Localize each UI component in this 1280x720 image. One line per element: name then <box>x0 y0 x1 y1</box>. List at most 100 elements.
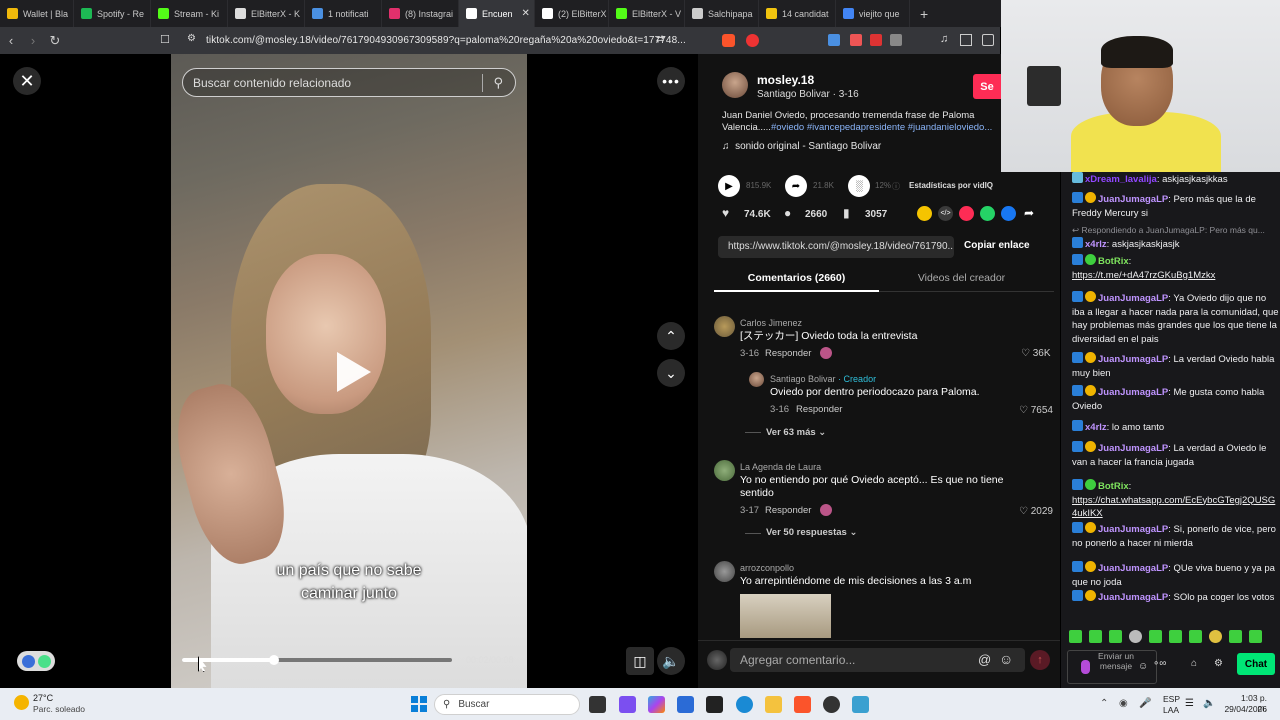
browser-tab[interactable]: ElBitterX - K <box>228 0 305 27</box>
post-comment-icon[interactable]: ↑ <box>1030 650 1050 670</box>
comment-like[interactable]: ♡ 36K <box>1021 348 1051 359</box>
reply-avatar[interactable] <box>749 372 764 387</box>
more-options-icon[interactable]: ••• <box>657 67 685 95</box>
sound-name[interactable]: sonido original - Santiago Bolivar <box>735 141 881 152</box>
reply-like[interactable]: ♡ 7654 <box>1019 405 1053 416</box>
author-avatar[interactable] <box>722 72 748 98</box>
comment-author[interactable]: Carlos Jimenez <box>740 318 802 328</box>
pip-icon[interactable]: ◫ <box>626 647 654 675</box>
bookmark-icon[interactable]: ☐ <box>160 33 170 46</box>
chat-link[interactable]: https://t.me/+dA47rzGKuBg1Mzkx <box>1072 270 1215 281</box>
microphone-tray-icon[interactable]: 🎤 <box>1139 698 1151 709</box>
url-field[interactable]: tiktok.com/@mosley.18/video/761790493096… <box>206 35 686 46</box>
commenter-avatar[interactable] <box>714 460 735 481</box>
emote-icon[interactable] <box>1109 630 1122 643</box>
share-coin-icon[interactable] <box>917 206 932 221</box>
chat-username[interactable]: JuanJumagaLP <box>1098 194 1168 205</box>
microphone-icon[interactable] <box>1081 660 1090 674</box>
edge-icon[interactable] <box>736 696 753 713</box>
commenter-avatar[interactable] <box>714 316 735 337</box>
reply-button[interactable]: Responder <box>765 348 811 359</box>
embed-icon[interactable]: </> <box>938 206 953 221</box>
description-hashtags[interactable]: #oviedo #ivancepedapresidente #juandanie… <box>771 122 992 133</box>
comment-author[interactable]: La Agenda de Laura <box>740 462 821 472</box>
chat-username[interactable]: xDream_lavalija <box>1085 174 1157 185</box>
vidiq-stats-label[interactable]: Estadísticas por vidIQ <box>909 181 993 190</box>
chat-username[interactable]: JuanJumagaLP <box>1098 443 1168 454</box>
chat-username[interactable]: JuanJumagaLP <box>1098 563 1168 574</box>
emote-icon[interactable] <box>1169 630 1182 643</box>
tab-comments[interactable]: Comentarios (2660) <box>714 272 879 284</box>
browser-tab[interactable]: 14 candidat <box>759 0 836 27</box>
sidebar-icon[interactable] <box>960 34 972 46</box>
weather-temp[interactable]: 27°C <box>33 693 53 703</box>
tray-icon[interactable]: ◉ <box>1119 698 1128 709</box>
comment-like[interactable]: ♡ 2029 <box>1019 506 1053 517</box>
translate-icon[interactable]: ⇄ <box>656 34 664 45</box>
emoji-picker-icon[interactable]: ☺ <box>1138 661 1148 672</box>
wallet-icon[interactable] <box>982 34 994 46</box>
brave-shield-icon[interactable] <box>722 34 735 47</box>
bookmark-save-icon[interactable]: ▮ <box>843 206 850 220</box>
media-icon[interactable]: ♫ <box>940 33 948 45</box>
reply-button[interactable]: Responder <box>765 505 811 516</box>
language-code[interactable]: ESP <box>1163 694 1180 704</box>
copy-link-button[interactable]: Copiar enlace <box>964 240 1030 251</box>
app-icon[interactable] <box>619 696 636 713</box>
comment-author[interactable]: arrozconpollo <box>740 563 794 573</box>
gear-icon[interactable]: ⚙ <box>1214 658 1223 669</box>
play-icon[interactable] <box>333 350 373 394</box>
copilot-icon[interactable] <box>648 696 665 713</box>
chat-link[interactable]: https://chat.whatsapp.com/EcEybcGTegj2QU… <box>1072 495 1275 520</box>
chat-username[interactable]: x4rlz <box>1085 422 1107 433</box>
browser-tab[interactable]: viejito que <box>836 0 910 27</box>
chat-username[interactable]: JuanJumagaLP <box>1098 387 1168 398</box>
reply-author-name[interactable]: Santiago Bolivar <box>770 374 836 384</box>
comment-icon[interactable]: ● <box>784 206 791 220</box>
browser-tab[interactable]: Stream - Ki <box>151 0 228 27</box>
terminal-icon[interactable] <box>706 696 723 713</box>
tab-creator-videos[interactable]: Videos del creador <box>879 272 1044 284</box>
reply-author[interactable]: Santiago Bolivar · Creador <box>770 374 876 384</box>
browser-tab[interactable]: Spotify - Re <box>74 0 151 27</box>
file-explorer-icon[interactable] <box>765 696 782 713</box>
volume-icon[interactable]: 🔈 <box>657 647 685 675</box>
speaker-icon[interactable]: 🔈 <box>1203 698 1215 709</box>
back-icon[interactable]: ‹ <box>0 33 22 48</box>
site-info-icon[interactable]: ⚙ <box>187 33 196 44</box>
emote-icon[interactable] <box>1189 630 1202 643</box>
task-view-icon[interactable] <box>589 696 606 713</box>
video-search-input[interactable]: Buscar contenido relacionado ⚲ <box>182 68 516 97</box>
points-icon[interactable]: ∘∞ <box>1153 658 1166 669</box>
chat-username[interactable]: JuanJumagaLP <box>1098 354 1168 365</box>
send-icon[interactable] <box>959 206 974 221</box>
new-tab-button[interactable]: + <box>910 6 938 22</box>
chat-username[interactable]: x4rlz <box>1085 239 1107 250</box>
browser-tab[interactable]: (2) ElBitterX <box>535 0 609 27</box>
emote-icon[interactable] <box>1229 630 1242 643</box>
emote-icon[interactable] <box>1129 630 1142 643</box>
forward-icon[interactable]: › <box>22 33 44 48</box>
chat-send-button[interactable]: Chat <box>1237 653 1275 675</box>
commenter-avatar[interactable] <box>714 561 735 582</box>
extension-m-icon[interactable] <box>870 34 882 46</box>
rewards-icon[interactable] <box>746 34 759 47</box>
emoji-icon[interactable]: ☺ <box>999 651 1013 667</box>
browser-tab[interactable]: Salchipapa <box>685 0 759 27</box>
more-share-icon[interactable]: ➦ <box>1024 206 1034 220</box>
chat-username[interactable]: JuanJumagaLP <box>1098 524 1168 535</box>
video-progress-handle[interactable] <box>269 655 279 665</box>
emote-icon[interactable] <box>1249 630 1262 643</box>
emote-icon[interactable] <box>1149 630 1162 643</box>
brave-icon[interactable] <box>794 696 811 713</box>
reload-icon[interactable]: ↻ <box>44 33 66 49</box>
heart-icon[interactable]: ♥ <box>722 206 729 220</box>
previous-video-icon[interactable]: ⌃ <box>657 322 685 350</box>
whatsapp-icon[interactable] <box>980 206 995 221</box>
follow-button[interactable]: Se <box>973 74 1001 99</box>
chat-username[interactable]: BotRix <box>1098 256 1129 267</box>
comment-image[interactable] <box>740 594 831 638</box>
wifi-icon[interactable]: ☰ <box>1185 698 1194 709</box>
windows-start-icon[interactable] <box>411 696 427 712</box>
chat-username[interactable]: JuanJumagaLP <box>1098 592 1168 603</box>
